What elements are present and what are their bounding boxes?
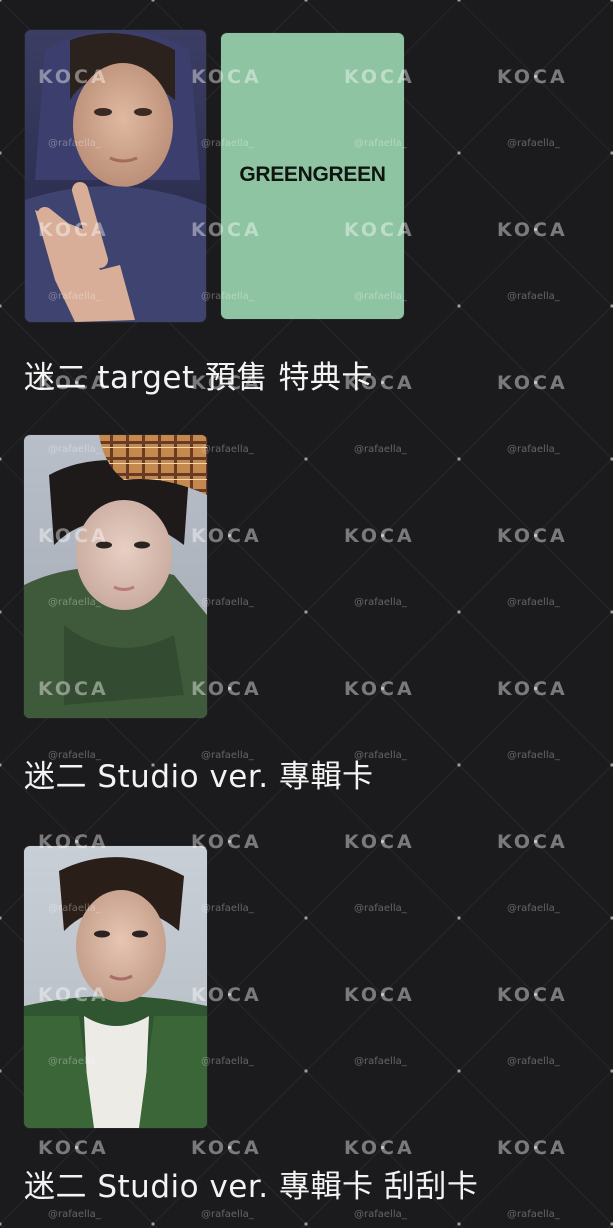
caption-studio-scratch-card: 迷二 Studio ver. 專輯卡 刮刮卡 xyxy=(24,1169,479,1205)
photocard-catalog: GREENGREEN 迷二 target 預售 特典卡 迷二 Studio ve… xyxy=(0,0,613,1228)
section-studio-scratch-card: 迷二 Studio ver. 專輯卡 刮刮卡 xyxy=(0,0,613,1228)
photocard-green-jacket[interactable] xyxy=(24,846,207,1128)
green-jacket-photo-image xyxy=(24,846,207,1128)
